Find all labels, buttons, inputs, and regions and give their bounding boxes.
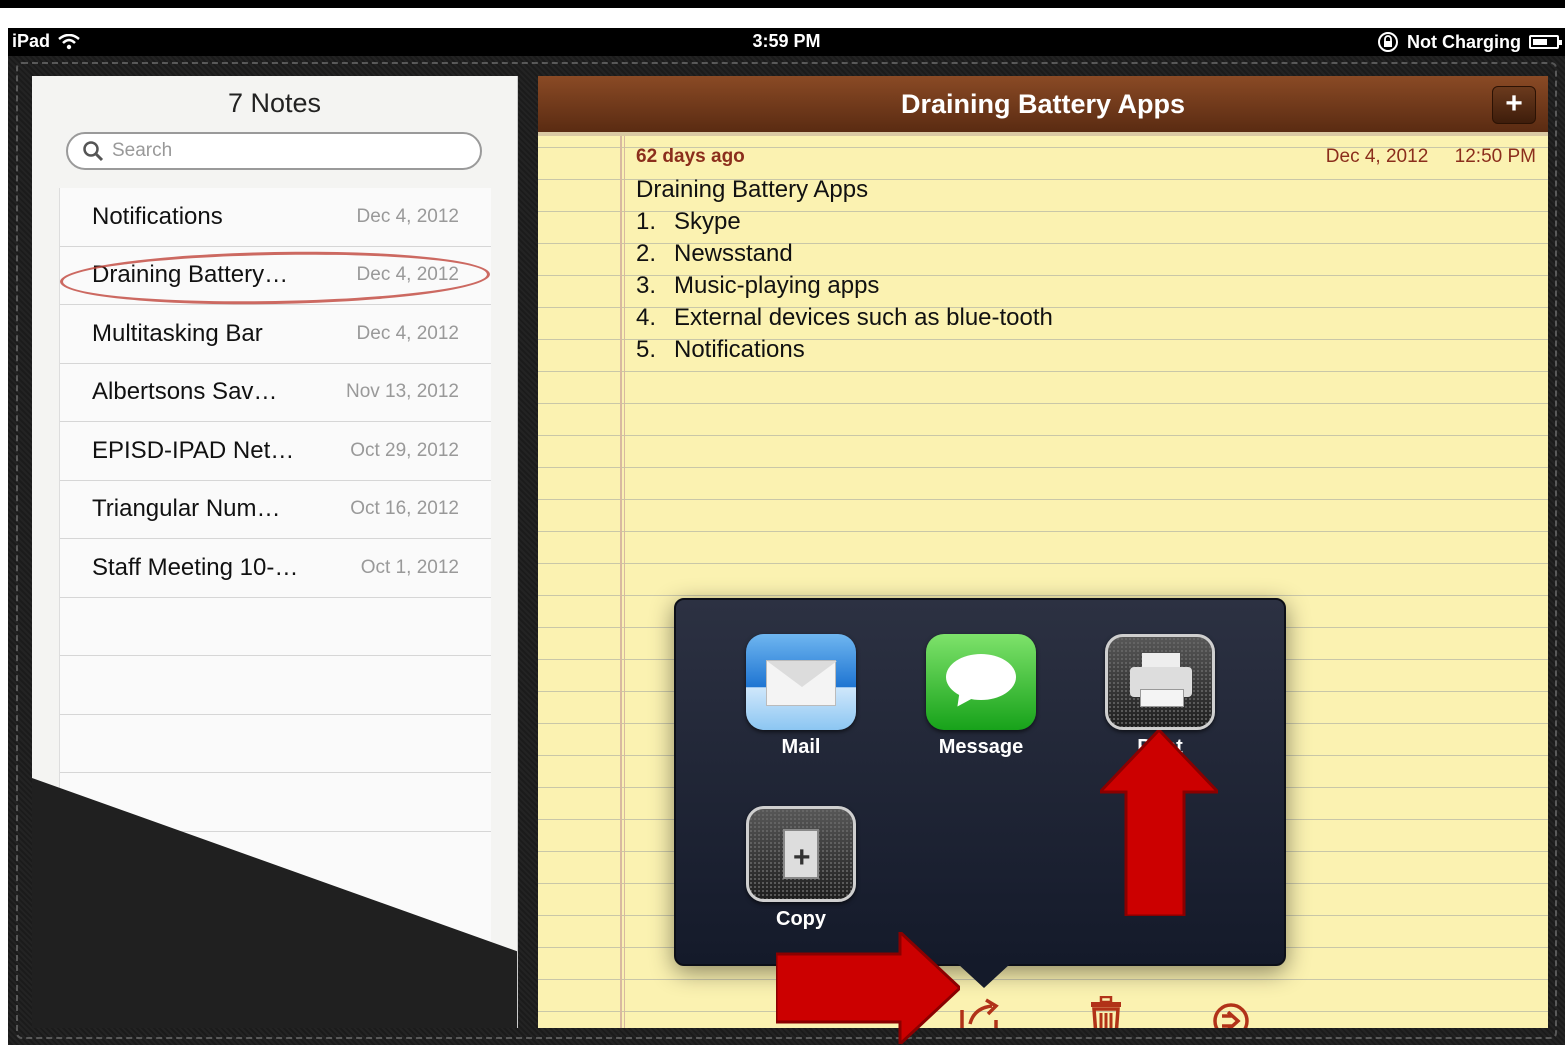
top-margin [0, 8, 1565, 28]
note-date: Dec 4, 2012 [356, 264, 459, 286]
note-body[interactable]: Draining Battery Apps 1. Skype 2. Newsstan… [636, 174, 1053, 366]
note-title: Notifications [92, 202, 223, 230]
printer-icon [1105, 634, 1215, 730]
note-list-item: 1. Skype [636, 206, 1053, 238]
list-item-episd-ipad[interactable]: EPISD-IPAD Net… Oct 29, 2012 [60, 422, 491, 481]
item-text: Notifications [674, 336, 805, 363]
list-item-multitasking-bar[interactable]: Multitasking Bar Dec 4, 2012 [60, 305, 491, 364]
note-date: Oct 1, 2012 [360, 556, 459, 578]
message-share-button[interactable]: Message [911, 634, 1051, 759]
note-age: 62 days ago [636, 146, 745, 167]
search-placeholder: Search [112, 140, 173, 161]
note-time: 12:50 PM [1454, 146, 1536, 167]
note-date: Oct 16, 2012 [350, 498, 459, 520]
list-item-staff-meeting[interactable]: Staff Meeting 10-… Oct 1, 2012 [60, 539, 491, 598]
item-text: Music-playing apps [674, 272, 880, 299]
margin-line [624, 136, 625, 1028]
status-right: Not Charging [1377, 31, 1562, 53]
popover-pointer [958, 964, 1010, 988]
note-title: Staff Meeting 10-… [92, 553, 299, 581]
list-item-albertsons[interactable]: Albertsons Sav… Nov 13, 2012 [60, 364, 491, 422]
note-header: Draining Battery Apps + [538, 76, 1548, 136]
note-title: Draining Battery… [92, 261, 289, 289]
note-date: Dec 4, 2012 [1325, 146, 1429, 167]
note-date: Oct 29, 2012 [350, 439, 459, 461]
note-title: Triangular Num… [92, 495, 281, 523]
trash-icon[interactable] [1088, 996, 1124, 1028]
add-note-button[interactable]: + [1492, 86, 1536, 124]
copy-label: Copy [776, 908, 826, 930]
empty-row [60, 598, 491, 656]
device-frame: iPad 3:59 PM Not Charging 7 Notes Search… [8, 28, 1565, 1045]
item-text: Skype [674, 208, 741, 235]
red-arrow-up-annotation [1100, 730, 1218, 916]
rotation-lock-icon [1378, 32, 1398, 52]
note-list-item: 2. Newsstand [636, 238, 1053, 270]
copy-icon [746, 806, 856, 902]
note-date: Nov 13, 2012 [345, 381, 459, 403]
search-icon [83, 141, 104, 162]
message-label: Message [938, 736, 1024, 758]
note-title: Multitasking Bar [92, 319, 263, 347]
list-item-notifications[interactable]: Notifications Dec 4, 2012 [60, 188, 491, 247]
note-list-item: 4. External devices such as blue-tooth [636, 302, 1053, 334]
note-heading: Draining Battery Apps [636, 176, 869, 203]
margin-line [620, 136, 622, 1028]
forward-icon[interactable] [1212, 1002, 1250, 1028]
empty-row [60, 715, 491, 773]
list-item-triangular[interactable]: Triangular Num… Oct 16, 2012 [60, 481, 491, 539]
search-input[interactable]: Search [66, 132, 482, 170]
item-number: 2. [636, 240, 657, 267]
note-list-item: 3. Music-playing apps [636, 270, 1053, 302]
item-text: Newsstand [674, 240, 793, 267]
item-number: 4. [636, 304, 657, 331]
note-date: Dec 4, 2012 [356, 205, 459, 227]
note-pane: Draining Battery Apps + 62 days ago Dec … [538, 76, 1548, 1028]
mail-label: Mail [781, 736, 821, 758]
item-number: 1. [636, 208, 657, 235]
battery-icon [1529, 35, 1562, 49]
copy-share-button[interactable]: Copy [731, 806, 871, 931]
note-title: Albertsons Sav… [92, 378, 278, 406]
note-title: EPISD-IPAD Net… [92, 436, 295, 464]
item-number: 5. [636, 336, 657, 363]
message-icon [926, 634, 1036, 730]
mail-share-button[interactable]: Mail [731, 634, 871, 759]
notes-list-pane: 7 Notes Search Notifications Dec 4, 2012… [32, 76, 518, 1028]
item-text: External devices such as blue-tooth [674, 304, 1053, 331]
status-time: 3:59 PM [752, 31, 821, 51]
note-list-item: 5. Notifications [636, 334, 1053, 366]
list-item-draining-battery[interactable]: Draining Battery… Dec 4, 2012 [60, 247, 491, 305]
empty-row [60, 656, 491, 715]
top-rule [0, 0, 1565, 8]
red-arrow-right-annotation [776, 932, 960, 1044]
note-header-title: Draining Battery Apps [900, 89, 1186, 119]
item-number: 3. [636, 272, 657, 299]
notes-count-title: 7 Notes [227, 88, 322, 118]
share-icon[interactable] [958, 996, 1004, 1028]
charging-status: Not Charging [1407, 31, 1521, 52]
status-bar: iPad 3:59 PM Not Charging [8, 28, 1565, 56]
note-date: Dec 4, 2012 [356, 322, 459, 344]
mail-icon [746, 634, 856, 730]
note-timestamp: Dec 4, 2012 12:50 PM [1326, 146, 1536, 168]
